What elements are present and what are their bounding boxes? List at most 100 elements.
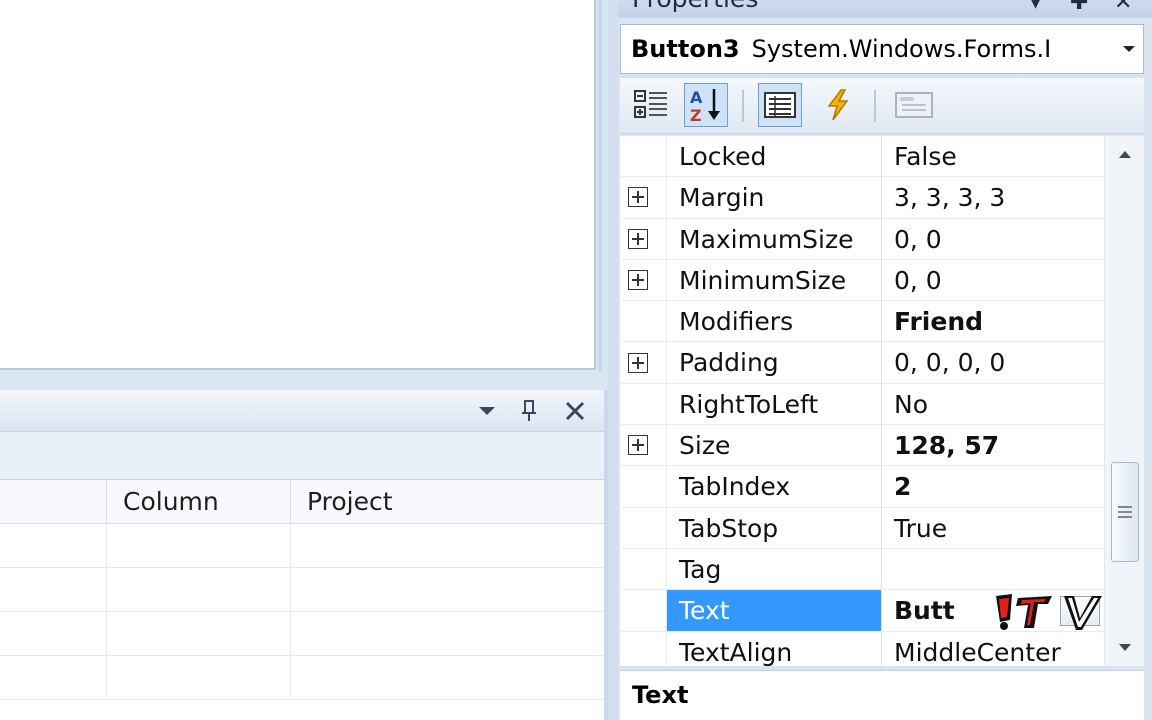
property-name[interactable]: Margin — [666, 177, 882, 218]
selected-object-name: Button3 — [631, 35, 740, 63]
property-row[interactable]: Modifiers Friend — [620, 301, 1144, 343]
property-value[interactable]: 128, 57 — [882, 425, 1104, 465]
property-value[interactable]: False — [882, 136, 1104, 176]
object-selector[interactable]: Button3 System.Windows.Forms.I — [620, 24, 1144, 74]
property-row[interactable]: Padding 0, 0, 0, 0 — [620, 342, 1144, 384]
property-value[interactable]: 0, 0, 0, 0 — [882, 342, 1104, 382]
row-gutter — [620, 218, 656, 259]
row-gutter — [620, 383, 656, 425]
row-gutter — [620, 507, 656, 548]
row-gutter — [620, 631, 656, 666]
close-icon[interactable]: ✕ — [1114, 0, 1132, 15]
property-name[interactable]: MaximumSize — [666, 218, 882, 259]
description-panel: Text — [620, 670, 1144, 720]
auto-hide-button[interactable] — [514, 396, 544, 426]
property-value[interactable]: MiddleCenter — [882, 632, 1104, 666]
property-name[interactable]: TextAlign — [666, 631, 882, 666]
property-value[interactable]: 0, 0 — [882, 219, 1104, 259]
window-position-button[interactable] — [472, 396, 502, 426]
property-row[interactable]: TabStop True — [620, 507, 1144, 549]
designer-splitter[interactable] — [598, 0, 602, 372]
property-name[interactable]: Padding — [666, 342, 882, 383]
row-gutter — [620, 548, 656, 590]
scroll-down-icon[interactable] — [1105, 630, 1144, 666]
property-pages-button[interactable] — [892, 83, 936, 127]
property-name[interactable]: TabIndex — [666, 466, 882, 507]
row-gutter — [620, 590, 656, 631]
properties-title: Properties — [632, 0, 758, 13]
table-row[interactable] — [0, 656, 604, 700]
property-row[interactable]: Margin 3, 3, 3, 3 — [620, 177, 1144, 219]
property-row[interactable]: MinimumSize 0, 0 — [620, 259, 1144, 302]
property-grid-scrollbar[interactable] — [1104, 136, 1144, 666]
table-row[interactable] — [0, 524, 604, 568]
error-list-header: Column Project — [0, 480, 604, 524]
form-designer-area — [0, 0, 608, 390]
property-row[interactable]: Tag — [620, 548, 1144, 591]
property-value[interactable]: No — [882, 384, 1104, 424]
property-name[interactable]: Text — [666, 590, 882, 631]
property-name[interactable]: MinimumSize — [666, 259, 882, 301]
column-header-project[interactable]: Project — [290, 480, 604, 524]
categorized-button[interactable] — [630, 83, 674, 127]
error-list-window: Column Project — [0, 390, 608, 720]
property-value[interactable]: 3, 3, 3, 3 — [882, 177, 1104, 217]
row-gutter — [620, 342, 656, 383]
property-name[interactable]: Modifiers — [666, 301, 882, 342]
property-row[interactable]: RightToLeft No — [620, 383, 1144, 426]
row-gutter — [620, 301, 656, 342]
description-title: Text — [632, 681, 689, 709]
table-row[interactable] — [0, 568, 604, 612]
pin-icon — [522, 400, 536, 421]
watermark-logo-icon — [996, 594, 1102, 631]
property-row[interactable]: TextAlign MiddleCenter — [620, 631, 1144, 666]
properties-window: Properties ▾ ✚ ✕ Button3 System.Windows.… — [608, 0, 1152, 720]
close-window-button[interactable] — [560, 396, 590, 426]
scroll-up-icon[interactable] — [1105, 136, 1144, 172]
property-grid: Locked False Margin 3, 3, 3, 3 MaximumSize 0,… — [620, 136, 1144, 666]
row-gutter — [620, 136, 656, 177]
dropdown-arrow-icon[interactable] — [1115, 25, 1143, 73]
property-row[interactable]: TabIndex 2 — [620, 466, 1144, 508]
property-row[interactable]: Locked False — [620, 136, 1144, 178]
row-gutter — [620, 177, 656, 218]
chevron-down-icon[interactable]: ▾ — [1030, 0, 1041, 15]
property-row[interactable]: Size 128, 57 — [620, 425, 1144, 467]
property-name[interactable]: Tag — [666, 548, 882, 590]
property-value[interactable]: Friend — [882, 301, 1104, 341]
error-list-body — [0, 524, 604, 720]
property-name[interactable]: Locked — [666, 136, 882, 177]
row-gutter — [620, 425, 656, 466]
svg-text:Z: Z — [690, 106, 702, 125]
scrollbar-thumb[interactable] — [1111, 462, 1139, 562]
sort-az-icon: A Z — [690, 88, 720, 125]
row-gutter — [620, 259, 656, 301]
column-header-column[interactable]: Column — [106, 480, 290, 524]
expand-plus-icon[interactable] — [628, 270, 648, 291]
lightning-events-icon — [827, 89, 849, 121]
alphabetical-button[interactable]: A Z — [684, 83, 728, 127]
property-name[interactable]: Size — [666, 425, 882, 466]
property-value[interactable] — [882, 549, 1104, 589]
property-value[interactable]: 2 — [882, 466, 1104, 506]
expand-plus-icon[interactable] — [628, 228, 648, 249]
table-row[interactable] — [0, 612, 604, 656]
events-button[interactable] — [816, 83, 860, 127]
properties-title-bar: Properties ▾ ✚ ✕ — [618, 0, 1152, 18]
property-row[interactable]: MaximumSize 0, 0 — [620, 218, 1144, 260]
property-name[interactable]: TabStop — [666, 507, 882, 548]
property-name[interactable]: RightToLeft — [666, 383, 882, 425]
property-value[interactable]: 0, 0 — [882, 260, 1104, 300]
property-row[interactable]: Text Butt — [620, 590, 1144, 632]
properties-button[interactable] — [758, 83, 802, 127]
designer-surface[interactable] — [0, 0, 596, 370]
property-value[interactable]: True — [882, 508, 1104, 548]
svg-text:A: A — [690, 88, 703, 107]
chevron-down-icon — [479, 407, 495, 415]
expand-plus-icon[interactable] — [628, 435, 648, 456]
toolbar-separator — [742, 90, 744, 122]
expand-plus-icon[interactable] — [628, 352, 648, 373]
expand-plus-icon[interactable] — [628, 187, 648, 208]
error-list-toolbar — [0, 432, 604, 480]
pin-icon[interactable]: ✚ — [1070, 0, 1088, 15]
